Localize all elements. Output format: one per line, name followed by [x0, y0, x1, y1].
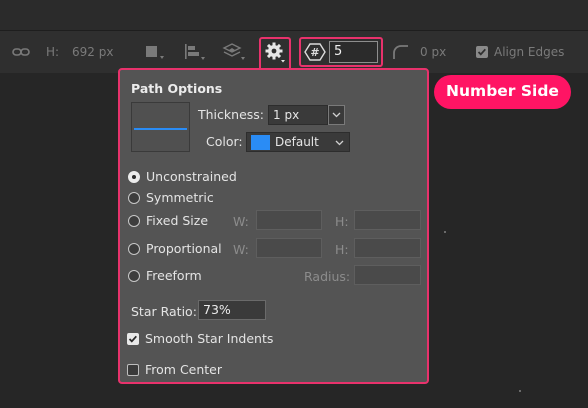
canvas-dot — [444, 231, 446, 233]
proportional-height-input[interactable] — [354, 238, 421, 258]
number-sides-icon: # — [304, 31, 326, 73]
chevron-down-icon — [335, 140, 344, 146]
corner-radius-value[interactable]: 0 px — [420, 31, 446, 73]
path-options-title: Path Options — [131, 81, 223, 96]
fixed-width-input[interactable] — [256, 210, 322, 230]
proportional-radio[interactable] — [128, 243, 140, 255]
freeform-label[interactable]: Freeform — [146, 268, 202, 283]
height-label: H: — [46, 45, 60, 59]
gear-icon[interactable] — [264, 31, 286, 73]
canvas-dot — [519, 390, 521, 392]
checkmark-icon — [128, 335, 137, 343]
color-label: Color: — [206, 134, 243, 149]
height-value[interactable]: 692 px — [72, 31, 113, 73]
color-value: Default — [275, 135, 319, 149]
chevron-down-icon — [332, 112, 341, 118]
number-side-callout: Number Side — [434, 75, 571, 109]
fixed-size-label[interactable]: Fixed Size — [146, 213, 208, 228]
fixed-width-label: W: — [233, 214, 249, 229]
svg-text:#: # — [310, 46, 319, 59]
thickness-label: Thickness: — [198, 107, 264, 122]
fixed-height-label: H: — [335, 214, 349, 229]
proportional-label[interactable]: Proportional — [146, 241, 222, 256]
corner-radius-icon — [392, 31, 410, 73]
star-ratio-label: Star Ratio: — [131, 304, 197, 319]
fixed-height-input[interactable] — [354, 210, 421, 230]
path-options-panel: Path Options Thickness: 1 px Color: Defa… — [118, 68, 429, 384]
symmetric-radio[interactable] — [128, 192, 140, 204]
proportional-width-input[interactable] — [256, 238, 322, 258]
unconstrained-radio[interactable] — [128, 171, 140, 183]
unconstrained-label[interactable]: Unconstrained — [146, 169, 237, 184]
proportional-width-label: W: — [233, 242, 249, 257]
star-ratio-input[interactable]: 73% — [198, 300, 266, 320]
proportional-height-label: H: — [335, 242, 349, 257]
color-swatch — [251, 135, 270, 150]
radius-label: Radius: — [304, 269, 351, 284]
radius-input[interactable] — [354, 265, 421, 285]
number-sides-input[interactable]: 5 — [329, 41, 378, 63]
align-edges-label[interactable]: Align Edges — [494, 31, 564, 73]
path-operations-icon[interactable] — [144, 31, 164, 73]
fixed-size-radio[interactable] — [128, 215, 140, 227]
smooth-star-indents-checkbox[interactable] — [127, 333, 139, 345]
from-center-label[interactable]: From Center — [145, 362, 222, 377]
align-edges-checkbox[interactable] — [476, 31, 488, 73]
smooth-star-indents-label[interactable]: Smooth Star Indents — [145, 331, 273, 346]
color-dropdown[interactable]: Default — [246, 132, 350, 152]
stroke-preview — [131, 102, 190, 152]
path-alignment-icon[interactable] — [184, 31, 206, 73]
top-strip — [0, 0, 588, 31]
link-icon[interactable] — [12, 31, 30, 73]
symmetric-label[interactable]: Symmetric — [146, 190, 214, 205]
options-bar: H: 692 px # 0 px Align Edges — [0, 31, 588, 73]
path-arrangement-icon[interactable] — [222, 31, 246, 73]
thickness-dropdown-button[interactable] — [328, 105, 345, 125]
from-center-checkbox[interactable] — [127, 364, 139, 376]
freeform-radio[interactable] — [128, 270, 140, 282]
thickness-input[interactable]: 1 px — [268, 105, 328, 125]
